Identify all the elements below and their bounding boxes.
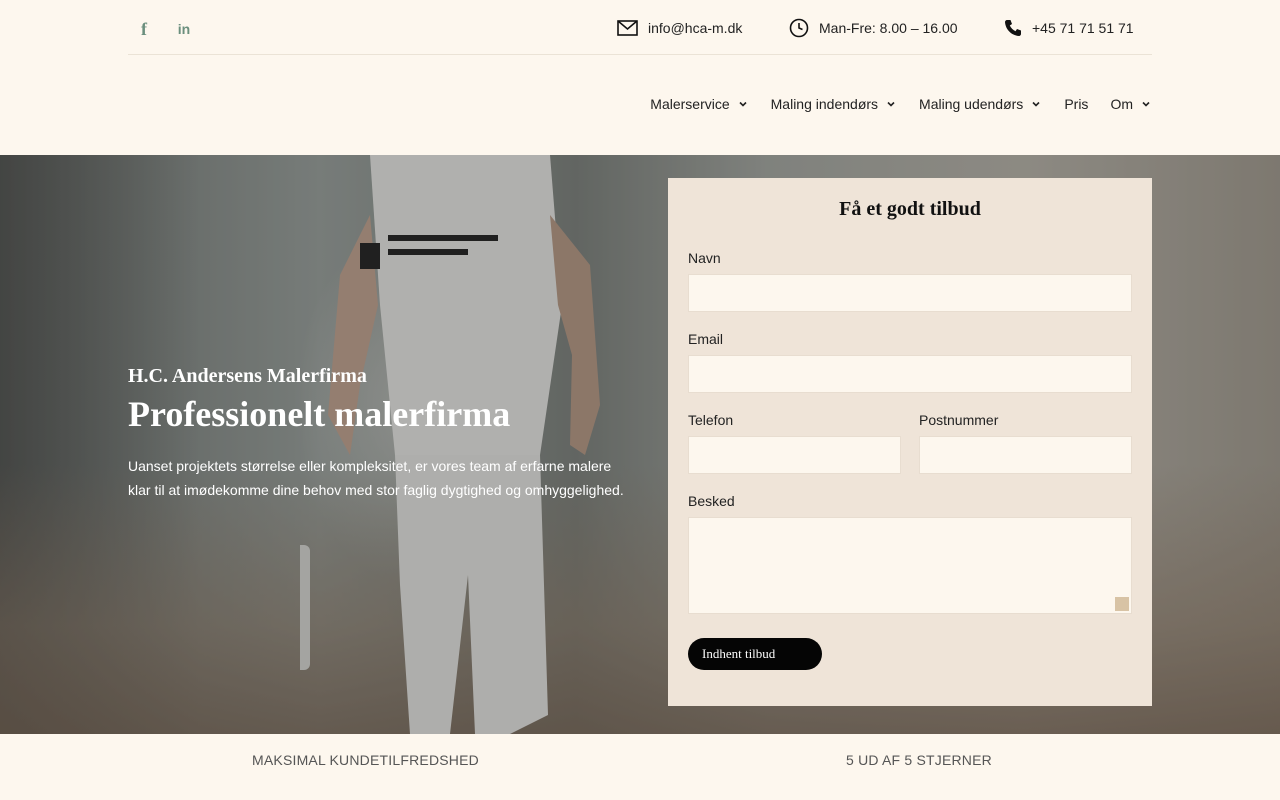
nav-item-om[interactable]: Om [1110,96,1152,112]
contact-hours: Man-Fre: 8.00 – 16.00 [789,17,958,39]
email-text: info@hca-m.dk [648,20,743,36]
nav-item-malerservice[interactable]: Malerservice [650,96,748,112]
top-bar: f in info@hca-m.dk Man-Fre: 8.00 – 16.00… [128,0,1152,55]
nav-label: Maling indendørs [770,96,879,112]
email-field[interactable] [688,355,1132,393]
highlights-strip: MAKSIMAL KUNDETILFREDSHED 5 UD AF 5 STJE… [0,734,1280,800]
chevron-down-icon [739,101,747,107]
form-title: Få et godt tilbud [839,198,981,220]
email-label: Email [688,331,724,347]
name-field[interactable] [688,274,1132,312]
clock-icon [789,18,809,38]
contact-phone[interactable]: +45 71 71 51 71 [1004,17,1134,39]
quote-form: Få et godt tilbud Navn Email Telefon Pos… [668,178,1152,706]
phone-label: Telefon [688,412,734,428]
nav-label: Om [1110,96,1133,112]
linkedin-icon[interactable]: in [173,18,195,40]
message-label: Besked [688,493,735,509]
contact-email[interactable]: info@hca-m.dk [617,17,742,39]
resize-handle[interactable] [1115,597,1129,611]
phone-field[interactable] [688,436,901,474]
main-nav: Malerservice Maling indendørs Maling ude… [628,96,1152,112]
zip-field[interactable] [919,436,1132,474]
highlight-rating: 5 UD AF 5 STJERNER [846,752,992,768]
chevron-down-icon [1142,101,1150,107]
nav-label: Malerservice [650,96,730,112]
nav-item-pris[interactable]: Pris [1064,96,1088,112]
submit-button[interactable]: Indhent tilbud [688,638,822,670]
nav-label: Pris [1064,96,1089,112]
chevron-down-icon [887,101,895,107]
facebook-icon[interactable]: f [133,18,155,40]
hours-text: Man-Fre: 8.00 – 16.00 [819,20,958,36]
hero-text: Uanset projektets størrelse eller komple… [128,458,624,498]
name-label: Navn [688,250,721,266]
hero-subtitle: H.C. Andersens Malerfirma [128,365,367,387]
envelope-icon [617,20,638,36]
highlight-satisfaction: MAKSIMAL KUNDETILFREDSHED [252,752,479,768]
phone-text: +45 71 71 51 71 [1032,20,1134,36]
nav-label: Maling udendørs [919,96,1024,112]
hero-title: Professionelt malerfirma [128,394,511,434]
zip-label: Postnummer [919,412,999,428]
message-field[interactable] [688,517,1132,614]
nav-item-maling-udendors[interactable]: Maling udendørs [919,96,1042,112]
chevron-down-icon [1032,101,1040,107]
phone-icon [1005,20,1021,36]
nav-item-maling-indendors[interactable]: Maling indendørs [771,96,897,112]
